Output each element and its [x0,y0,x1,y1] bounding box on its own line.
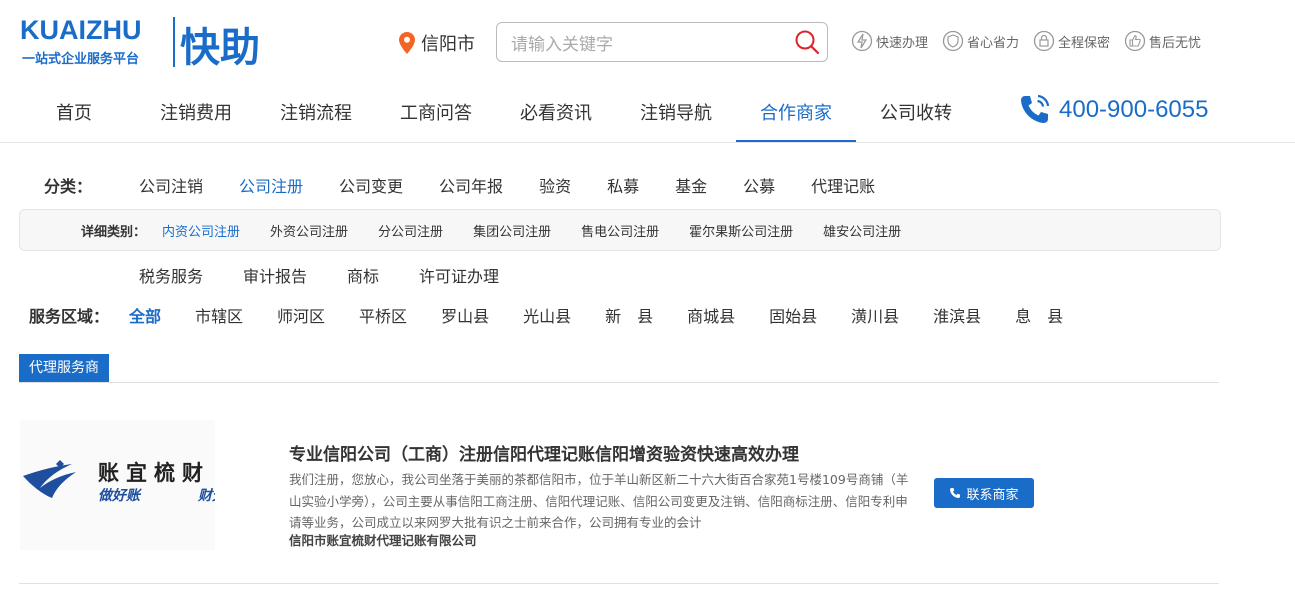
area-item[interactable]: 市辖区 [195,303,243,327]
subcategory-item[interactable]: 霍尔果斯公司注册 [689,221,793,240]
area-item[interactable]: 光山县 [523,303,571,327]
category-item[interactable]: 代理记账 [811,173,875,197]
lock-icon [1033,30,1055,52]
tab-agents[interactable]: 代理服务商 [19,354,109,382]
search-icon[interactable] [787,23,827,61]
svg-text:财无忧: 财无忧 [197,487,215,504]
company-logo-graphic: 账宜梳财 做好账 财无忧 [23,460,242,504]
city-selector[interactable]: 信阳市 [399,30,475,56]
area-item[interactable]: 新 县 [605,303,653,327]
logo-chinese: 快助 [180,25,260,71]
area-item[interactable]: 师河区 [277,303,325,327]
feature-confidential: 全程保密 [1033,30,1110,52]
site-logo[interactable]: KUAIZHU 一站式企业服务平台 快助 [20,15,290,71]
hotline[interactable]: 400-900-6055 [1017,92,1208,128]
feature-easy: 省心省力 [942,30,1019,52]
nav-item-transfer[interactable]: 公司收转 [856,88,976,143]
card-company-name: 信阳市账宜梳财代理记账有限公司 [289,533,477,548]
subcategory-label: 详细类别： [81,224,147,240]
subcategory-item[interactable]: 雄安公司注册 [823,221,901,240]
location-pin-icon [399,32,415,54]
category-item[interactable]: 基金 [675,173,707,197]
svg-text:做好账: 做好账 [98,487,142,504]
phone-icon [1021,94,1050,123]
list-divider [19,583,1219,584]
category-item-active[interactable]: 公司注册 [239,173,303,197]
category-item[interactable]: 税务服务 [139,263,203,287]
nav-item-process[interactable]: 注销流程 [256,88,376,143]
subcategory-item[interactable]: 集团公司注册 [473,221,551,240]
area-item[interactable]: 息 县 [1015,303,1063,327]
nav-item-partners[interactable]: 合作商家 [736,88,856,143]
category-label: 分类： [44,177,93,196]
company-logo[interactable]: 账宜梳财 做好账 财无忧 [20,420,242,550]
subcategory-item[interactable]: 外资公司注册 [270,221,348,240]
thumbs-up-icon [1124,30,1146,52]
hotline-number: 400-900-6055 [1059,96,1209,123]
feature-fast: 快速办理 [851,30,928,52]
nav-item-home[interactable]: 首页 [16,88,136,143]
lightning-icon [851,30,873,52]
area-filter: 服务区域： 全部 市辖区 师河区 平桥区 罗山县 光山县 新 县 商城县 固始县… [29,304,1097,326]
nav-item-fees[interactable]: 注销费用 [136,88,256,143]
category-item[interactable]: 许可证办理 [419,263,499,287]
area-item[interactable]: 平桥区 [359,303,407,327]
main-nav: 首页 注销费用 注销流程 工商问答 必看资讯 注销导航 合作商家 公司收转 [16,88,976,143]
category-item[interactable]: 审计报告 [243,263,307,287]
nav-divider [0,142,1295,143]
feature-aftersales: 售后无忧 [1124,30,1201,52]
page: KUAIZHU 一站式企业服务平台 快助 信阳市 请输入关键字 快速办理 省心省… [0,0,1295,603]
subcategory-item[interactable]: 分公司注册 [378,221,443,240]
logo-english: KUAIZHU [20,15,142,45]
category-item[interactable]: 公司注销 [139,173,203,197]
category-item[interactable]: 商标 [347,263,379,287]
svg-text:账宜梳财: 账宜梳财 [98,461,210,485]
category-filter-row2: 税务服务 审计报告 商标 许可证办理 [139,264,539,286]
area-item-active[interactable]: 全部 [129,303,161,327]
logo-divider [173,17,175,67]
card-title[interactable]: 专业信阳公司（工商）注册信阳代理记账信阳增资验资快速高效办理 [289,440,799,465]
shield-icon [942,30,964,52]
category-item[interactable]: 公司变更 [339,173,403,197]
subcategory-item[interactable]: 售电公司注册 [581,221,659,240]
category-filter: 分类： 公司注销 公司注册 公司变更 公司年报 验资 私募 基金 公募 代理记账 [44,174,911,196]
nav-item-guide[interactable]: 注销导航 [616,88,736,143]
area-item[interactable]: 商城县 [687,303,735,327]
area-item[interactable]: 淮滨县 [933,303,981,327]
service-features: 快速办理 省心省力 全程保密 售后无忧 [851,30,1201,52]
subcategory-item-active[interactable]: 内资公司注册 [162,221,240,240]
category-item[interactable]: 验资 [539,173,571,197]
phone-icon [950,488,961,498]
nav-item-qa[interactable]: 工商问答 [376,88,496,143]
card-description: 我们注册，您放心，我公司坐落于美丽的茶都信阳市，位于羊山新区新二十六大街百合家苑… [289,472,909,530]
area-item[interactable]: 潢川县 [851,303,899,327]
logo-slogan: 一站式企业服务平台 [22,52,140,67]
category-item[interactable]: 公司年报 [439,173,503,197]
category-item[interactable]: 公募 [743,173,775,197]
subcategory-filter: 详细类别： 内资公司注册 外资公司注册 分公司注册 集团公司注册 售电公司注册 … [19,209,1221,251]
search-input[interactable]: 请输入关键字 [497,30,787,55]
area-item[interactable]: 固始县 [769,303,817,327]
nav-item-news[interactable]: 必看资讯 [496,88,616,143]
category-item[interactable]: 私募 [607,173,639,197]
area-item[interactable]: 罗山县 [441,303,489,327]
contact-merchant-button[interactable]: 联系商家 [934,478,1034,508]
search-box[interactable]: 请输入关键字 [496,22,828,62]
list-tab-header: 代理服务商 [19,354,1219,383]
area-label: 服务区域： [29,307,110,326]
city-name: 信阳市 [421,34,475,55]
